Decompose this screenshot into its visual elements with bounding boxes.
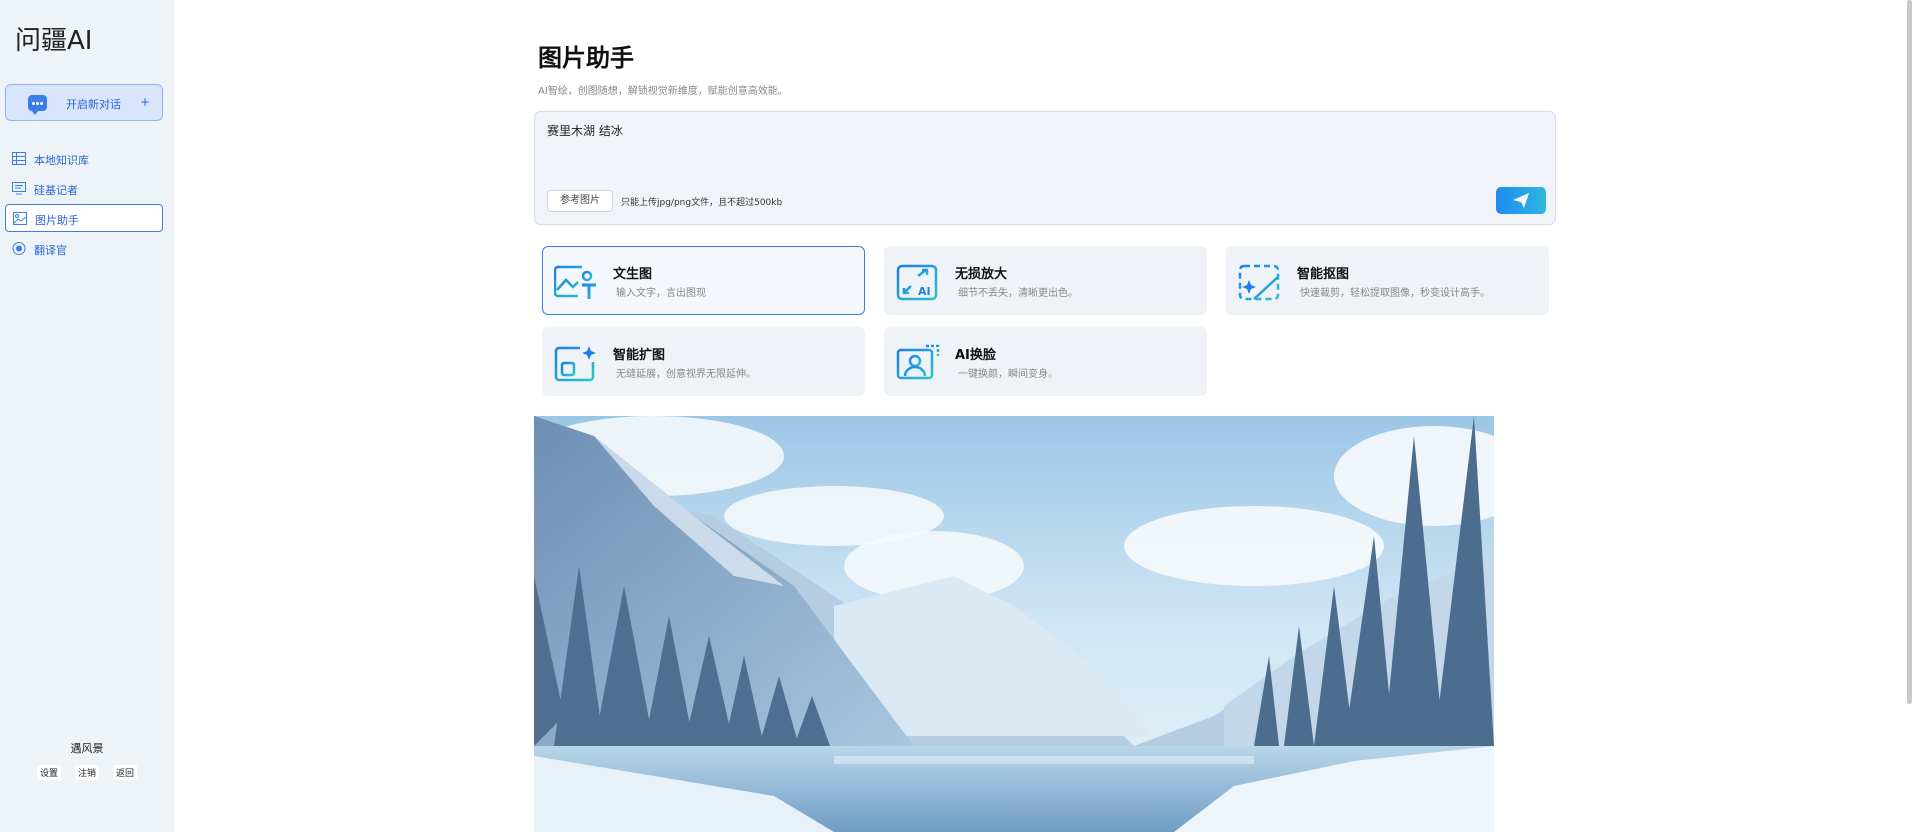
card-title: 智能抠图 — [1297, 267, 1350, 282]
image-icon — [13, 212, 27, 225]
card-title: 无损放大 — [955, 267, 1008, 282]
app-logo: 问疆AI — [15, 26, 93, 56]
card-face-swap[interactable]: AI换脸 一键换颜，瞬间变身。 — [884, 327, 1207, 396]
sidebar-item-label: 本地知识库 — [34, 154, 89, 167]
card-text-to-image[interactable]: 文生图 输入文字，言出图现 — [542, 246, 865, 315]
card-desc: 输入文字，言出图现 — [616, 288, 706, 299]
prompt-box: 赛里木湖 结冰 参考图片 只能上传jpg/png文件，且不超过500kb — [534, 111, 1556, 225]
sidebar: 问疆AI 开启新对话 + 本地知识库 硅基记者 图片助手 翻译官 遇风景 设置 … — [0, 0, 174, 832]
plus-icon: + — [140, 95, 151, 109]
sidebar-item-image-assistant[interactable]: 图片助手 — [5, 204, 163, 232]
card-desc: 快速裁剪，轻松提取图像，秒变设计高手。 — [1300, 288, 1490, 299]
card-title: 文生图 — [613, 267, 653, 282]
generated-image — [534, 416, 1494, 832]
card-desc: 细节不丢失，清晰更出色。 — [958, 288, 1078, 299]
svg-text:AI: AI — [918, 285, 931, 298]
smart-expand-icon — [554, 346, 596, 382]
card-title: 智能扩图 — [613, 348, 666, 363]
sidebar-item-knowledge-base[interactable]: 本地知识库 — [5, 145, 163, 173]
sidebar-item-reporter[interactable]: 硅基记者 — [5, 175, 163, 203]
reference-image-button[interactable]: 参考图片 — [547, 190, 613, 212]
translate-icon — [12, 242, 26, 255]
send-button[interactable] — [1496, 187, 1546, 214]
logout-link[interactable]: 注销 — [75, 765, 100, 780]
page-subtitle: AI智绘，创图随想，解锁视觉新维度，赋能创意高效能。 — [538, 86, 788, 97]
prompt-input[interactable]: 赛里木湖 结冰 — [547, 122, 623, 139]
new-chat-label: 开启新对话 — [66, 98, 121, 111]
sidebar-item-label: 硅基记者 — [34, 184, 78, 197]
new-chat-button[interactable]: 开启新对话 + — [5, 84, 163, 121]
upload-hint: 只能上传jpg/png文件，且不超过500kb — [621, 198, 783, 208]
card-smart-cutout[interactable]: 智能抠图 快速裁剪，轻松提取图像，秒变设计高手。 — [1226, 246, 1549, 315]
back-link[interactable]: 返回 — [113, 765, 138, 780]
sidebar-item-label: 翻译官 — [34, 244, 67, 257]
card-title: AI换脸 — [955, 348, 996, 363]
send-icon — [1513, 193, 1529, 208]
monitor-icon — [12, 182, 26, 195]
card-smart-expand[interactable]: 智能扩图 无缝延展，创意视界无限延伸。 — [542, 327, 865, 396]
card-desc: 一键换颜，瞬间变身。 — [958, 369, 1058, 380]
ai-upscale-icon: AI — [896, 264, 938, 301]
settings-link[interactable]: 设置 — [37, 765, 62, 780]
scrollbar[interactable] — [1907, 0, 1912, 704]
face-swap-icon — [896, 344, 940, 380]
user-name: 遇风景 — [70, 742, 104, 755]
sidebar-item-label: 图片助手 — [35, 214, 79, 227]
text-to-image-icon — [554, 265, 596, 299]
page-title: 图片助手 — [538, 44, 634, 72]
card-desc: 无缝延展，创意视界无限延伸。 — [616, 369, 756, 380]
card-lossless-upscale[interactable]: AI 无损放大 细节不丢失，清晰更出色。 — [884, 246, 1207, 315]
database-icon — [12, 152, 26, 165]
sidebar-item-translator[interactable]: 翻译官 — [5, 235, 163, 263]
sidebar-links: 设置 注销 返回 — [37, 765, 138, 780]
smart-cutout-icon — [1238, 264, 1280, 301]
chat-bubble-icon — [28, 95, 47, 115]
